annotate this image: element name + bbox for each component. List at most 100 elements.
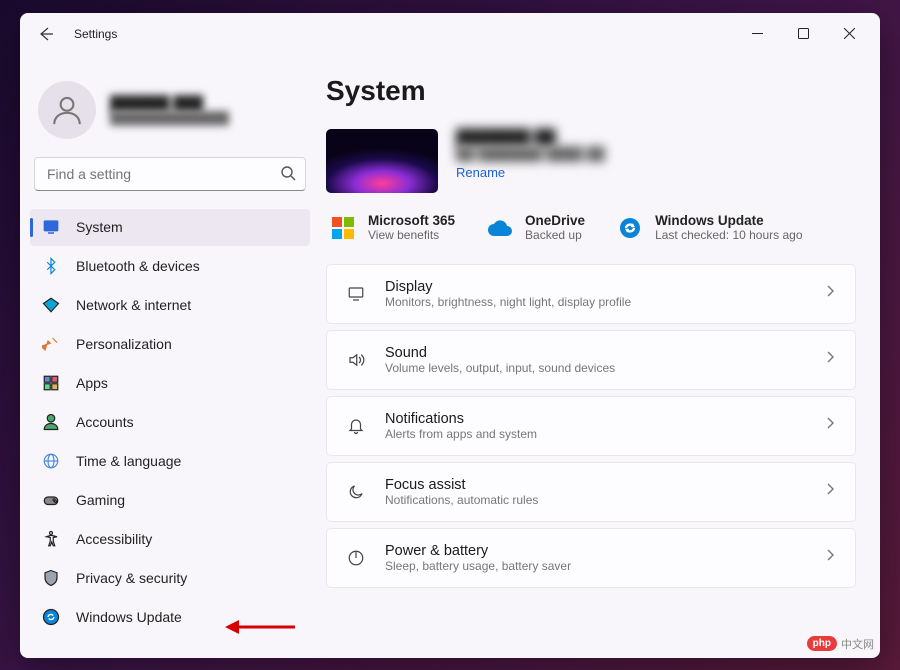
main-panel[interactable]: System ███████ ██ ██ ███████ ████ ██ Ren…: [320, 55, 880, 658]
setting-card-display[interactable]: DisplayMonitors, brightness, night light…: [326, 264, 856, 324]
sidebar-item-label: Network & internet: [76, 297, 191, 313]
chevron-right-icon: [823, 416, 837, 435]
titlebar: Settings: [20, 13, 880, 55]
bluetooth-icon: [42, 257, 60, 275]
moon-icon: [345, 483, 367, 501]
setting-card-focus[interactable]: Focus assistNotifications, automatic rul…: [326, 462, 856, 522]
card-title: Sound: [385, 345, 805, 361]
wifi-icon: [42, 296, 60, 314]
person-icon: [42, 413, 60, 431]
search-box: [34, 157, 306, 191]
card-sub: Monitors, brightness, night light, displ…: [385, 295, 805, 309]
card-title: Power & battery: [385, 543, 805, 559]
apps-icon: [42, 374, 60, 392]
ms365-icon: [330, 215, 356, 241]
settings-window: Settings ██████ ███ ██████████████: [20, 13, 880, 658]
watermark: php 中文网: [807, 636, 874, 652]
setting-card-notifications[interactable]: NotificationsAlerts from apps and system: [326, 396, 856, 456]
quick-onedrive[interactable]: OneDriveBacked up: [487, 213, 585, 242]
access-icon: [42, 530, 60, 548]
content: ██████ ███ ██████████████ System Bluetoot…: [20, 55, 880, 658]
system-icon: [42, 218, 60, 236]
shield-icon: [42, 569, 60, 587]
arrow-left-icon: [38, 26, 54, 42]
quick-title: Windows Update: [655, 213, 802, 228]
nav-list: System Bluetooth & devices Network & inter…: [30, 209, 310, 636]
chevron-right-icon: [823, 284, 837, 303]
search-input[interactable]: [34, 157, 306, 191]
quick-row: Microsoft 365View benefits OneDriveBacke…: [326, 213, 856, 242]
card-sub: Sleep, battery usage, battery saver: [385, 559, 805, 573]
profile-block[interactable]: ██████ ███ ██████████████: [30, 55, 310, 157]
chevron-right-icon: [823, 482, 837, 501]
device-wallpaper[interactable]: [326, 129, 438, 193]
quick-title: OneDrive: [525, 213, 585, 228]
sidebar-item-accessibility[interactable]: Accessibility: [30, 521, 310, 558]
chevron-right-icon: [823, 350, 837, 369]
device-name: ███████ ██: [456, 129, 605, 146]
bell-icon: [345, 417, 367, 435]
sidebar-item-label: Privacy & security: [76, 570, 187, 586]
sidebar-item-label: Accessibility: [76, 531, 152, 547]
annotation-arrow: [225, 618, 295, 636]
sidebar-item-label: Personalization: [76, 336, 172, 352]
card-sub: Alerts from apps and system: [385, 427, 805, 441]
window-controls: [734, 18, 872, 50]
profile-text: ██████ ███ ██████████████: [110, 95, 229, 125]
device-info: ███████ ██ ██ ███████ ████ ██ Rename: [456, 129, 605, 180]
device-row: ███████ ██ ██ ███████ ████ ██ Rename: [326, 129, 856, 193]
card-text: Focus assistNotifications, automatic rul…: [385, 477, 805, 507]
watermark-badge: php: [807, 636, 837, 651]
sidebar-item-label: Windows Update: [76, 609, 182, 625]
sidebar-item-network[interactable]: Network & internet: [30, 287, 310, 324]
card-title: Display: [385, 279, 805, 295]
sidebar-item-label: Time & language: [76, 453, 181, 469]
sidebar-item-label: Accounts: [76, 414, 134, 430]
setting-card-sound[interactable]: SoundVolume levels, output, input, sound…: [326, 330, 856, 390]
sidebar-item-label: Gaming: [76, 492, 125, 508]
sidebar-item-privacy[interactable]: Privacy & security: [30, 560, 310, 597]
card-text: Power & batterySleep, battery usage, bat…: [385, 543, 805, 573]
quick-title: Microsoft 365: [368, 213, 455, 228]
profile-email: ██████████████: [110, 111, 229, 125]
card-sub: Volume levels, output, input, sound devi…: [385, 361, 805, 375]
back-button[interactable]: [36, 24, 56, 44]
globe-icon: [42, 452, 60, 470]
minimize-button[interactable]: [734, 18, 780, 50]
device-model: ██ ███████ ████ ██: [456, 146, 605, 161]
rename-link[interactable]: Rename: [456, 165, 605, 180]
chevron-right-icon: [823, 548, 837, 567]
search-icon: [280, 165, 296, 186]
sidebar-item-personalization[interactable]: Personalization: [30, 326, 310, 363]
display-icon: [345, 285, 367, 303]
setting-card-power[interactable]: Power & batterySleep, battery usage, bat…: [326, 528, 856, 588]
sidebar-item-system[interactable]: System: [30, 209, 310, 246]
sound-icon: [345, 351, 367, 369]
quick-sub: View benefits: [368, 228, 455, 242]
page-heading: System: [326, 75, 856, 107]
sidebar-item-gaming[interactable]: Gaming: [30, 482, 310, 519]
quick-ms365[interactable]: Microsoft 365View benefits: [330, 213, 455, 242]
watermark-text: 中文网: [841, 636, 874, 652]
quick-windows-update[interactable]: Windows UpdateLast checked: 10 hours ago: [617, 213, 802, 242]
power-icon: [345, 549, 367, 567]
card-sub: Notifications, automatic rules: [385, 493, 805, 507]
card-title: Notifications: [385, 411, 805, 427]
maximize-button[interactable]: [780, 18, 826, 50]
sidebar-item-time[interactable]: Time & language: [30, 443, 310, 480]
profile-name: ██████ ███: [110, 95, 229, 111]
quick-sub: Backed up: [525, 228, 585, 242]
window-title: Settings: [74, 27, 117, 41]
game-icon: [42, 491, 60, 509]
sidebar-item-accounts[interactable]: Accounts: [30, 404, 310, 441]
cloud-icon: [487, 215, 513, 241]
sidebar-item-apps[interactable]: Apps: [30, 365, 310, 402]
sidebar-item-bluetooth[interactable]: Bluetooth & devices: [30, 248, 310, 285]
paint-icon: [42, 335, 60, 353]
card-text: NotificationsAlerts from apps and system: [385, 411, 805, 441]
close-button[interactable]: [826, 18, 872, 50]
maximize-icon: [798, 28, 809, 39]
sidebar-item-label: System: [76, 219, 123, 235]
settings-list: DisplayMonitors, brightness, night light…: [326, 264, 856, 588]
avatar: [38, 81, 96, 139]
